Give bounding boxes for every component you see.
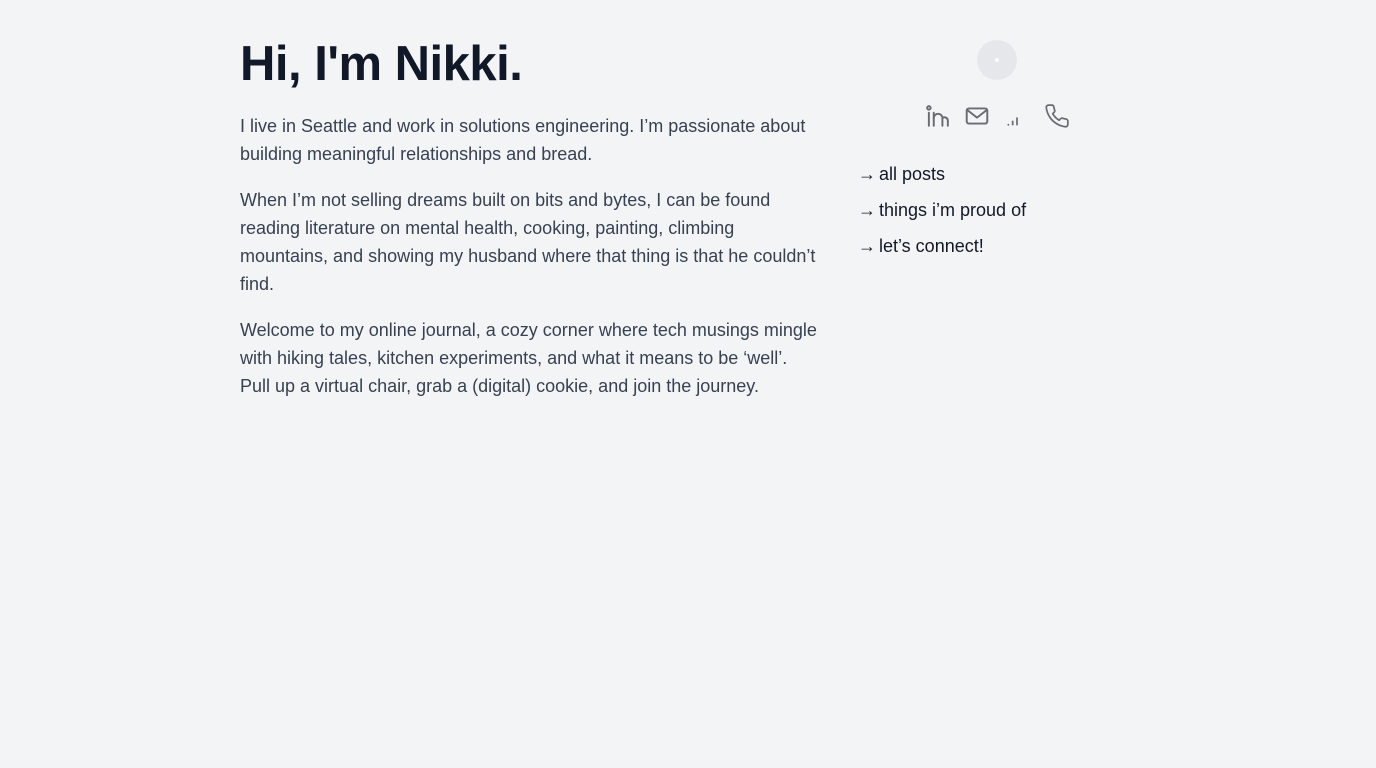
phone-icon[interactable]: [1044, 103, 1070, 129]
mail-icon[interactable]: [964, 103, 990, 129]
signal-bars-icon[interactable]: [1004, 103, 1030, 129]
arrow-right-icon: →: [858, 236, 876, 256]
nav-link-things-proud-of[interactable]: → things i’m proud of: [858, 196, 1026, 232]
social-links: [924, 103, 1070, 129]
avatar: [977, 40, 1017, 80]
sidebar-nav: → all posts → things i’m proud of → let’s c…: [858, 160, 1026, 268]
linkedin-icon[interactable]: [924, 103, 950, 129]
page-title: Hi, I'm Nikki.: [240, 37, 523, 91]
intro-paragraph: I live in Seattle and work in solutions …: [240, 116, 806, 164]
arrow-right-icon: →: [858, 164, 876, 184]
arrow-right-icon: →: [858, 200, 876, 220]
nav-link-all-posts[interactable]: → all posts: [858, 160, 1026, 196]
page: Hi, I'm Nikki. I live in Seattle and wor…: [0, 0, 1376, 768]
nav-link-label: let’s connect!: [879, 236, 984, 256]
nav-link-lets-connect[interactable]: → let’s connect!: [858, 232, 1026, 268]
intro-paragraph: When I’m not selling dreams built on bit…: [240, 190, 816, 294]
nav-link-label: things i’m proud of: [879, 200, 1027, 220]
intro-paragraph: Welcome to my online journal, a cozy cor…: [240, 320, 817, 396]
nav-link-label: all posts: [879, 164, 946, 184]
main-content: Hi, I'm Nikki. I live in Seattle and wor…: [240, 34, 820, 400]
